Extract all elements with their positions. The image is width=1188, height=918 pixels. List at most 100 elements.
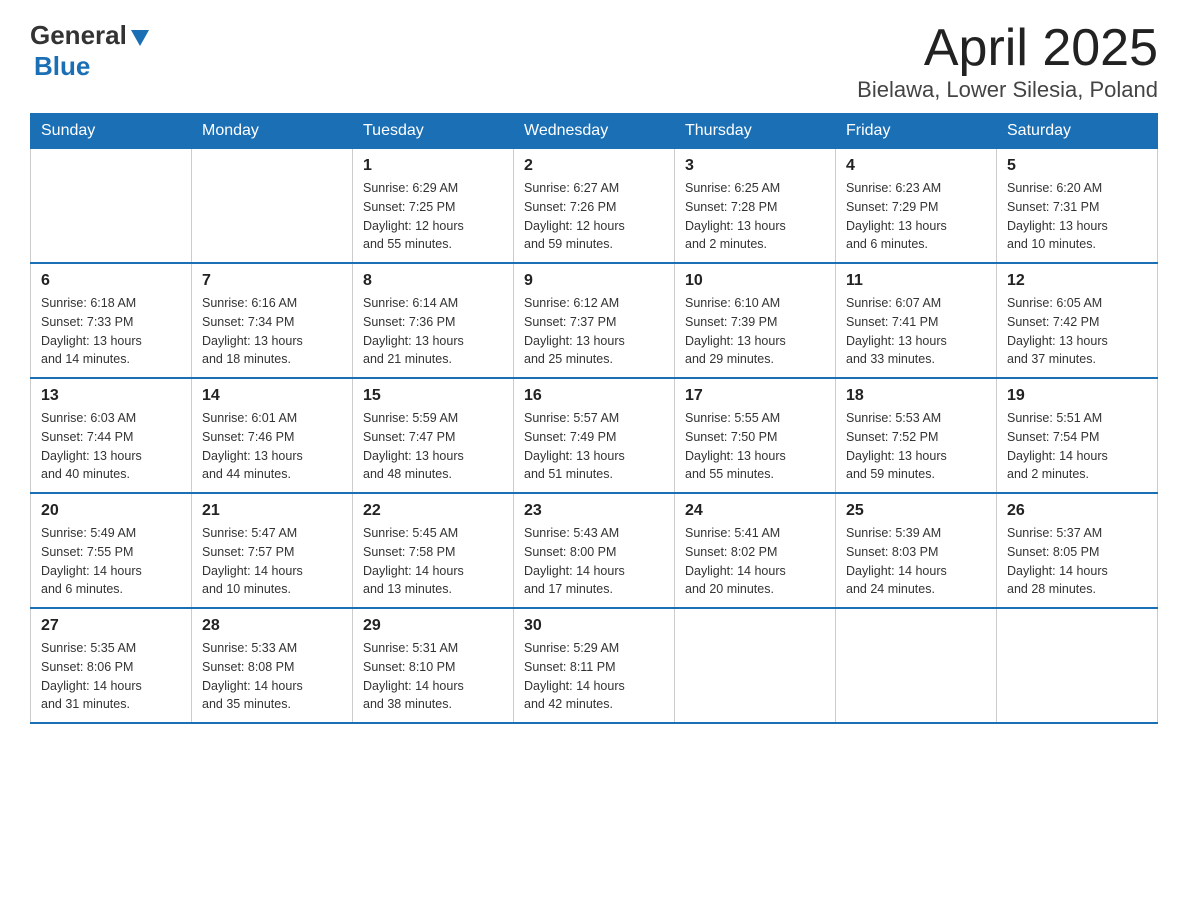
calendar-week-row: 20Sunrise: 5:49 AMSunset: 7:55 PMDayligh…	[31, 493, 1158, 608]
day-number: 8	[363, 272, 503, 290]
calendar-cell: 14 Sunrise: 6:01 AMSunset: 7:46 PMDayligh…	[192, 378, 353, 493]
day-info: Sunrise: 6:25 AMSunset: 7:28 PMDaylight:…	[685, 179, 825, 254]
page-subtitle: Bielawa, Lower Silesia, Poland	[857, 77, 1158, 103]
day-number: 28	[202, 617, 342, 635]
calendar-cell: 27 Sunrise: 5:35 AMSunset: 8:06 PMDayligh…	[31, 608, 192, 723]
day-info: Sunrise: 5:37 AMSunset: 8:05 PMDaylight:…	[1007, 524, 1147, 599]
day-number: 18	[846, 387, 986, 405]
day-info: Sunrise: 5:47 AMSunset: 7:57 PMDaylight:…	[202, 524, 342, 599]
calendar-week-row: 27 Sunrise: 5:35 AMSunset: 8:06 PMDayligh…	[31, 608, 1158, 723]
day-info: Sunrise: 5:53 AMSunset: 7:52 PMDaylight:…	[846, 409, 986, 484]
day-info: Sunrise: 6:23 AMSunset: 7:29 PMDaylight:…	[846, 179, 986, 254]
calendar-cell: 17 Sunrise: 5:55 AMSunset: 7:50 PMDayligh…	[675, 378, 836, 493]
day-number: 10	[685, 272, 825, 290]
day-number: 1	[363, 157, 503, 175]
day-number: 26	[1007, 502, 1147, 520]
calendar-cell: 10 Sunrise: 6:10 AMSunset: 7:39 PMDayligh…	[675, 263, 836, 378]
day-number: 9	[524, 272, 664, 290]
calendar-day-header: Saturday	[997, 114, 1158, 149]
day-number: 15	[363, 387, 503, 405]
calendar-cell: 9 Sunrise: 6:12 AMSunset: 7:37 PMDaylight…	[514, 263, 675, 378]
logo-general-text: General	[30, 20, 127, 51]
logo: General Blue	[30, 20, 151, 82]
day-info: Sunrise: 5:55 AMSunset: 7:50 PMDaylight:…	[685, 409, 825, 484]
calendar-cell	[836, 608, 997, 723]
logo-blue-text: Blue	[34, 51, 90, 81]
calendar-cell: 1 Sunrise: 6:29 AMSunset: 7:25 PMDaylight…	[353, 149, 514, 264]
day-info: Sunrise: 5:31 AMSunset: 8:10 PMDaylight:…	[363, 639, 503, 714]
day-info: Sunrise: 5:39 AMSunset: 8:03 PMDaylight:…	[846, 524, 986, 599]
day-info: Sunrise: 6:29 AMSunset: 7:25 PMDaylight:…	[363, 179, 503, 254]
calendar-cell	[192, 149, 353, 264]
day-number: 7	[202, 272, 342, 290]
calendar-week-row: 13 Sunrise: 6:03 AMSunset: 7:44 PMDayligh…	[31, 378, 1158, 493]
day-number: 19	[1007, 387, 1147, 405]
calendar-cell: 11 Sunrise: 6:07 AMSunset: 7:41 PMDayligh…	[836, 263, 997, 378]
calendar-cell	[997, 608, 1158, 723]
day-number: 24	[685, 502, 825, 520]
day-info: Sunrise: 5:43 AMSunset: 8:00 PMDaylight:…	[524, 524, 664, 599]
day-number: 3	[685, 157, 825, 175]
calendar-cell: 7 Sunrise: 6:16 AMSunset: 7:34 PMDaylight…	[192, 263, 353, 378]
calendar-day-header: Tuesday	[353, 114, 514, 149]
day-number: 29	[363, 617, 503, 635]
day-info: Sunrise: 5:35 AMSunset: 8:06 PMDaylight:…	[41, 639, 181, 714]
day-number: 13	[41, 387, 181, 405]
day-number: 14	[202, 387, 342, 405]
calendar-cell: 23 Sunrise: 5:43 AMSunset: 8:00 PMDayligh…	[514, 493, 675, 608]
calendar-cell: 24 Sunrise: 5:41 AMSunset: 8:02 PMDayligh…	[675, 493, 836, 608]
calendar-cell: 5 Sunrise: 6:20 AMSunset: 7:31 PMDaylight…	[997, 149, 1158, 264]
day-number: 4	[846, 157, 986, 175]
day-info: Sunrise: 5:41 AMSunset: 8:02 PMDaylight:…	[685, 524, 825, 599]
calendar-cell: 20Sunrise: 5:49 AMSunset: 7:55 PMDayligh…	[31, 493, 192, 608]
day-number: 16	[524, 387, 664, 405]
day-info: Sunrise: 5:33 AMSunset: 8:08 PMDaylight:…	[202, 639, 342, 714]
day-info: Sunrise: 5:57 AMSunset: 7:49 PMDaylight:…	[524, 409, 664, 484]
calendar-table: SundayMondayTuesdayWednesdayThursdayFrid…	[30, 113, 1158, 724]
day-number: 17	[685, 387, 825, 405]
calendar-cell: 26 Sunrise: 5:37 AMSunset: 8:05 PMDayligh…	[997, 493, 1158, 608]
day-info: Sunrise: 6:18 AMSunset: 7:33 PMDaylight:…	[41, 294, 181, 369]
calendar-cell: 28 Sunrise: 5:33 AMSunset: 8:08 PMDayligh…	[192, 608, 353, 723]
calendar-cell: 21 Sunrise: 5:47 AMSunset: 7:57 PMDayligh…	[192, 493, 353, 608]
day-number: 27	[41, 617, 181, 635]
day-number: 25	[846, 502, 986, 520]
day-info: Sunrise: 6:27 AMSunset: 7:26 PMDaylight:…	[524, 179, 664, 254]
calendar-cell: 8Sunrise: 6:14 AMSunset: 7:36 PMDaylight…	[353, 263, 514, 378]
calendar-cell: 25 Sunrise: 5:39 AMSunset: 8:03 PMDayligh…	[836, 493, 997, 608]
title-section: April 2025 Bielawa, Lower Silesia, Polan…	[857, 20, 1158, 103]
calendar-cell: 6Sunrise: 6:18 AMSunset: 7:33 PMDaylight…	[31, 263, 192, 378]
calendar-cell: 13 Sunrise: 6:03 AMSunset: 7:44 PMDayligh…	[31, 378, 192, 493]
calendar-day-header: Friday	[836, 114, 997, 149]
calendar-day-header: Thursday	[675, 114, 836, 149]
day-number: 5	[1007, 157, 1147, 175]
day-number: 23	[524, 502, 664, 520]
day-info: Sunrise: 6:12 AMSunset: 7:37 PMDaylight:…	[524, 294, 664, 369]
calendar-cell: 12 Sunrise: 6:05 AMSunset: 7:42 PMDayligh…	[997, 263, 1158, 378]
day-info: Sunrise: 6:16 AMSunset: 7:34 PMDaylight:…	[202, 294, 342, 369]
calendar-cell: 22Sunrise: 5:45 AMSunset: 7:58 PMDayligh…	[353, 493, 514, 608]
calendar-header-row: SundayMondayTuesdayWednesdayThursdayFrid…	[31, 114, 1158, 149]
day-number: 12	[1007, 272, 1147, 290]
day-number: 21	[202, 502, 342, 520]
calendar-cell: 16 Sunrise: 5:57 AMSunset: 7:49 PMDayligh…	[514, 378, 675, 493]
day-number: 2	[524, 157, 664, 175]
day-info: Sunrise: 6:20 AMSunset: 7:31 PMDaylight:…	[1007, 179, 1147, 254]
calendar-cell: 15Sunrise: 5:59 AMSunset: 7:47 PMDayligh…	[353, 378, 514, 493]
day-info: Sunrise: 6:07 AMSunset: 7:41 PMDaylight:…	[846, 294, 986, 369]
calendar-cell: 4 Sunrise: 6:23 AMSunset: 7:29 PMDaylight…	[836, 149, 997, 264]
calendar-cell: 18 Sunrise: 5:53 AMSunset: 7:52 PMDayligh…	[836, 378, 997, 493]
day-number: 11	[846, 272, 986, 290]
day-info: Sunrise: 6:03 AMSunset: 7:44 PMDaylight:…	[41, 409, 181, 484]
day-info: Sunrise: 6:01 AMSunset: 7:46 PMDaylight:…	[202, 409, 342, 484]
calendar-cell	[31, 149, 192, 264]
calendar-day-header: Wednesday	[514, 114, 675, 149]
calendar-cell	[675, 608, 836, 723]
day-info: Sunrise: 6:10 AMSunset: 7:39 PMDaylight:…	[685, 294, 825, 369]
day-info: Sunrise: 5:49 AMSunset: 7:55 PMDaylight:…	[41, 524, 181, 599]
day-info: Sunrise: 5:29 AMSunset: 8:11 PMDaylight:…	[524, 639, 664, 714]
page-title: April 2025	[857, 20, 1158, 77]
calendar-cell: 29 Sunrise: 5:31 AMSunset: 8:10 PMDayligh…	[353, 608, 514, 723]
day-info: Sunrise: 6:05 AMSunset: 7:42 PMDaylight:…	[1007, 294, 1147, 369]
page-header: General Blue April 2025 Bielawa, Lower S…	[30, 20, 1158, 103]
